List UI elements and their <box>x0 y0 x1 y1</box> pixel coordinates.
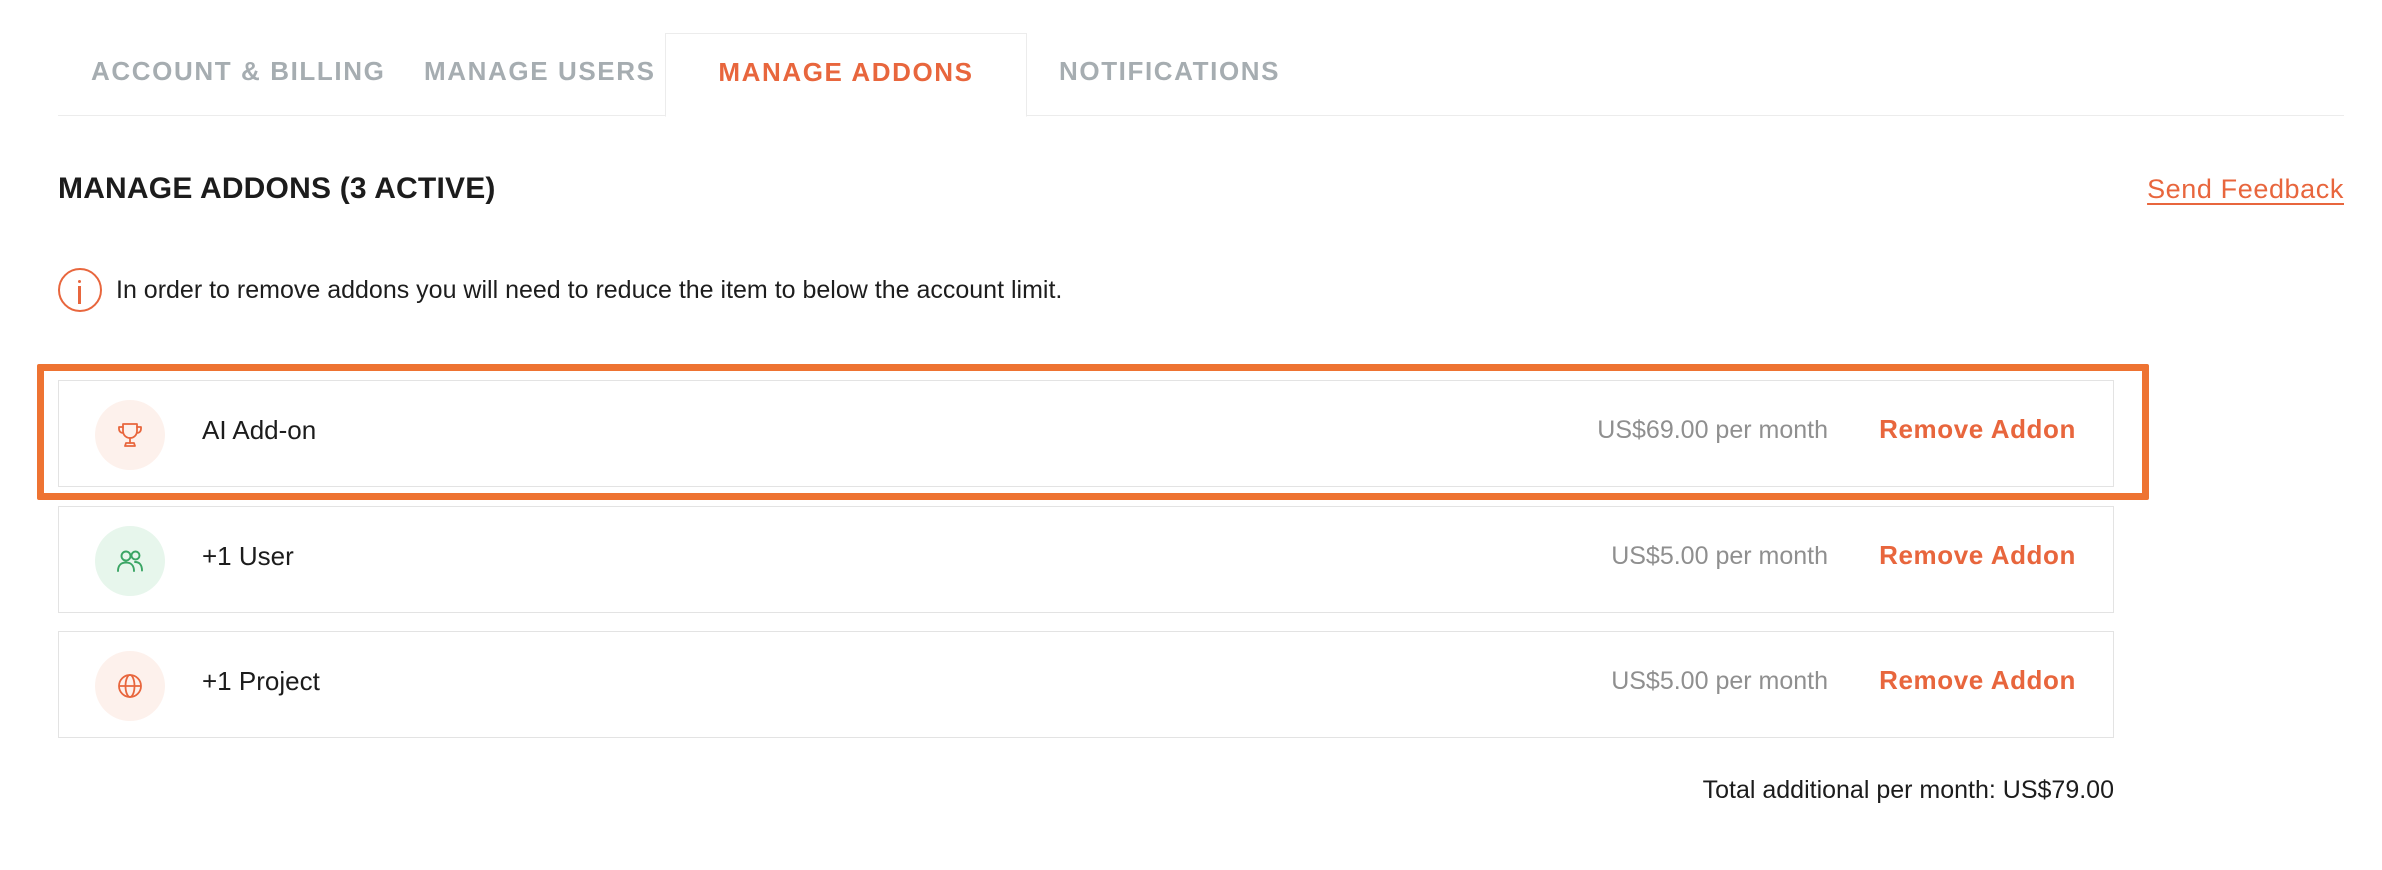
addon-price: US$5.00 per month <box>1611 542 1828 570</box>
settings-tabs: ACCOUNT & BILLING MANAGE USERS MANAGE AD… <box>58 33 2344 117</box>
addon-name: +1 Project <box>202 666 320 696</box>
addon-name: +1 User <box>202 541 294 571</box>
addon-row-user: +1 User US$5.00 per month Remove Addon <box>58 506 2114 613</box>
remove-addon-button[interactable]: Remove Addon <box>1879 414 2076 445</box>
addon-name: AI Add-on <box>202 415 317 445</box>
remove-addon-button[interactable]: Remove Addon <box>1879 540 2076 571</box>
addon-price: US$69.00 per month <box>1597 416 1828 444</box>
settings-page: ACCOUNT & BILLING MANAGE USERS MANAGE AD… <box>0 0 2382 870</box>
users-icon <box>95 526 165 596</box>
trophy-icon <box>95 400 165 470</box>
addon-row-project: +1 Project US$5.00 per month Remove Addo… <box>58 631 2114 738</box>
send-feedback-link[interactable]: Send Feedback <box>2147 174 2344 205</box>
remove-addon-button[interactable]: Remove Addon <box>1879 665 2076 696</box>
globe-icon <box>95 651 165 721</box>
page-title: MANAGE ADDONS (3 ACTIVE) <box>58 172 496 205</box>
addon-row-ai: AI Add-on US$69.00 per month Remove Addo… <box>58 380 2114 487</box>
notice-text: In order to remove addons you will need … <box>116 275 1063 304</box>
info-icon <box>58 268 102 312</box>
addon-price: US$5.00 per month <box>1611 667 1828 695</box>
tab-manage-addons[interactable]: MANAGE ADDONS <box>665 33 1027 117</box>
tab-account-billing[interactable]: ACCOUNT & BILLING <box>58 33 392 116</box>
total-per-month: Total additional per month: US$79.00 <box>1702 776 2114 804</box>
info-notice: In order to remove addons you will need … <box>58 267 1062 313</box>
tab-notifications[interactable]: NOTIFICATIONS <box>1059 33 1299 116</box>
